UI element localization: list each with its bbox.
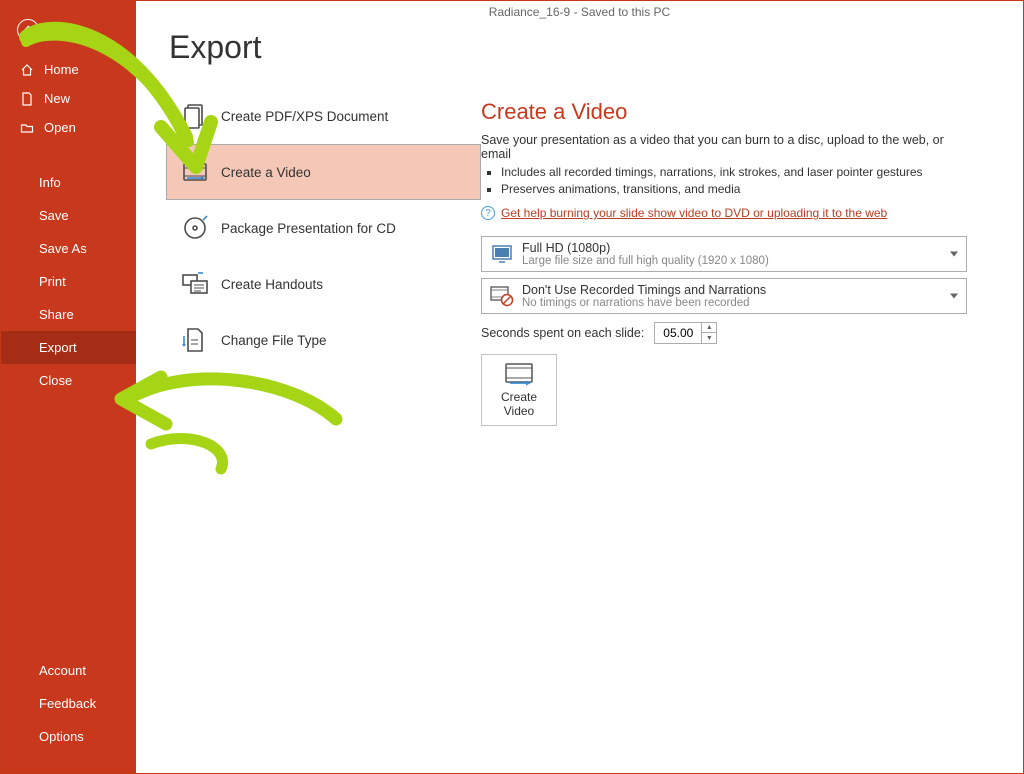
- no-timings-icon: [488, 285, 516, 307]
- export-detail-pane: Create a Video Save your presentation as…: [481, 1, 1023, 773]
- video-quality-dropdown[interactable]: Full HD (1080p) Large file size and full…: [481, 236, 967, 272]
- filetype-icon: [177, 326, 213, 354]
- seconds-label: Seconds spent on each slide:: [481, 326, 644, 340]
- option-label: Change File Type: [221, 333, 327, 348]
- window-title: Radiance_16-9 - Saved to this PC: [136, 1, 1023, 23]
- open-icon: [19, 121, 35, 135]
- detail-bullets: Includes all recorded timings, narration…: [501, 165, 967, 196]
- home-icon: [19, 63, 35, 77]
- combo-subtitle: Large file size and full high quality (1…: [522, 255, 960, 267]
- option-create-video[interactable]: Create a Video: [166, 144, 481, 200]
- sidebar-item-feedback[interactable]: Feedback: [1, 687, 136, 720]
- new-icon: [19, 92, 35, 106]
- sidebar-item-save[interactable]: Save: [1, 199, 136, 232]
- option-package-cd[interactable]: Package Presentation for CD: [166, 200, 481, 256]
- create-video-label: CreateVideo: [501, 391, 537, 419]
- help-link[interactable]: Get help burning your slide show video t…: [501, 206, 887, 220]
- combo-subtitle: No timings or narrations have been recor…: [522, 297, 960, 309]
- sidebar-item-share[interactable]: Share: [1, 298, 136, 331]
- spinner-down[interactable]: ▼: [702, 333, 716, 343]
- video-icon: [177, 158, 213, 186]
- option-handouts[interactable]: Create Handouts: [166, 256, 481, 312]
- monitor-icon: [488, 243, 516, 265]
- combo-title: Full HD (1080p): [522, 241, 960, 255]
- handouts-icon: [177, 270, 213, 298]
- chevron-down-icon: [950, 294, 958, 299]
- sidebar-item-info[interactable]: Info: [1, 166, 136, 199]
- sidebar-item-label: Open: [44, 120, 76, 135]
- seconds-input[interactable]: [655, 326, 701, 340]
- create-video-button[interactable]: CreateVideo: [481, 354, 557, 426]
- option-label: Create a Video: [221, 165, 311, 180]
- seconds-spinner[interactable]: ▲ ▼: [654, 322, 717, 344]
- option-change-filetype[interactable]: Change File Type: [166, 312, 481, 368]
- bullet-item: Preserves animations, transitions, and m…: [501, 182, 967, 196]
- timings-dropdown[interactable]: Don't Use Recorded Timings and Narration…: [481, 278, 967, 314]
- sidebar-item-saveas[interactable]: Save As: [1, 232, 136, 265]
- help-icon: ?: [481, 206, 495, 220]
- export-options-column: Export Create PDF/XPS Document Create a …: [136, 1, 481, 773]
- page-title: Export: [169, 29, 481, 66]
- back-button[interactable]: [17, 19, 39, 41]
- spinner-up[interactable]: ▲: [702, 323, 716, 333]
- option-label: Create PDF/XPS Document: [221, 109, 388, 124]
- backstage-sidebar: Home New Open Info Save Save As Print Sh…: [1, 1, 136, 773]
- combo-title: Don't Use Recorded Timings and Narration…: [522, 283, 960, 297]
- detail-description: Save your presentation as a video that y…: [481, 133, 967, 161]
- sidebar-item-print[interactable]: Print: [1, 265, 136, 298]
- sidebar-item-label: New: [44, 91, 70, 106]
- cd-icon: [177, 214, 213, 242]
- sidebar-item-export[interactable]: Export: [1, 331, 136, 364]
- sidebar-item-new[interactable]: New: [1, 84, 136, 113]
- detail-title: Create a Video: [481, 99, 967, 125]
- sidebar-item-close[interactable]: Close: [1, 364, 136, 397]
- sidebar-item-home[interactable]: Home: [1, 55, 136, 84]
- sidebar-item-open[interactable]: Open: [1, 113, 136, 142]
- sidebar-item-account[interactable]: Account: [1, 654, 136, 687]
- option-label: Package Presentation for CD: [221, 221, 396, 236]
- option-label: Create Handouts: [221, 277, 323, 292]
- option-create-pdf[interactable]: Create PDF/XPS Document: [166, 88, 481, 144]
- pdf-icon: [177, 102, 213, 130]
- chevron-down-icon: [950, 252, 958, 257]
- sidebar-item-options[interactable]: Options: [1, 720, 136, 753]
- sidebar-item-label: Home: [44, 62, 79, 77]
- bullet-item: Includes all recorded timings, narration…: [501, 165, 967, 179]
